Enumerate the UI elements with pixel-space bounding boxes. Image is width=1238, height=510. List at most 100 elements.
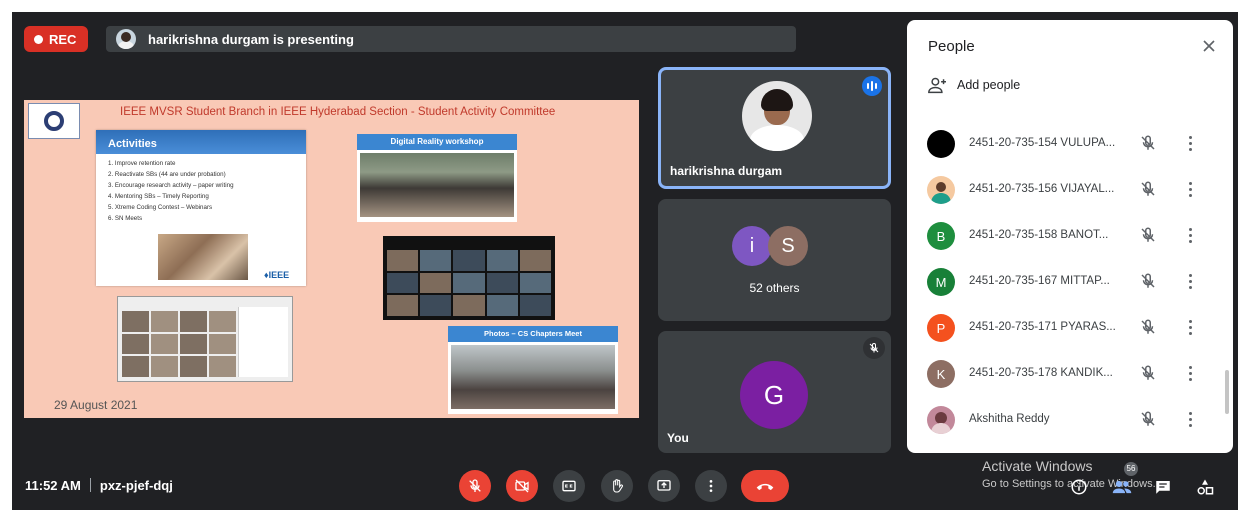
shapes-icon: [1197, 479, 1214, 495]
others-tile[interactable]: i S 52 others: [658, 199, 891, 321]
video-call-screenshot: [383, 236, 555, 320]
participant-name: 2451-20-735-178 KANDIK...: [969, 367, 1113, 379]
mic-off-icon: [863, 337, 885, 359]
close-panel-button[interactable]: [1199, 36, 1219, 56]
participant-row[interactable]: P 2451-20-735-171 PYARAS...: [927, 314, 1217, 342]
others-count: 52 others: [749, 281, 800, 295]
meeting-code: pxz-pjef-dqj: [99, 478, 173, 493]
camera-toggle-button[interactable]: [506, 470, 538, 502]
self-tile[interactable]: G You: [658, 331, 891, 453]
participant-name: 2451-20-735-154 VULUPA...: [969, 137, 1116, 149]
panel-scrollbar[interactable]: [1225, 370, 1229, 414]
activate-windows-watermark: Activate Windows: [982, 458, 1093, 474]
activities-button[interactable]: [1196, 478, 1214, 501]
captions-button[interactable]: [553, 470, 585, 502]
people-button[interactable]: [1112, 478, 1132, 501]
people-panel: People Add people 2451-20-735-154 VULUPA…: [907, 20, 1233, 453]
ieee-branch-logo: [28, 103, 80, 139]
participant-name: 2451-20-735-171 PYARAS...: [969, 321, 1116, 333]
leave-call-button[interactable]: [741, 470, 789, 502]
workshop-photo: [360, 153, 514, 217]
presenter-tile-name: harikrishna durgam: [670, 164, 783, 178]
mic-off-icon: [469, 479, 481, 492]
presenting-text: harikrishna durgam is presenting: [148, 31, 354, 47]
presenter-mini-avatar: [116, 29, 136, 49]
meeting-time-code: 11:52 AM pxz-pjef-dqj: [25, 478, 173, 493]
participant-row[interactable]: M 2451-20-735-167 MITTAP...: [927, 268, 1217, 296]
avatar: [927, 406, 955, 434]
mic-off-icon: [1141, 365, 1155, 380]
workshop-heading: Digital Reality workshop: [357, 134, 517, 150]
more-options-icon[interactable]: [1189, 136, 1193, 152]
people-icon: [1112, 480, 1132, 494]
participant-row[interactable]: B 2451-20-735-158 BANOT...: [927, 222, 1217, 250]
record-dot-icon: [34, 34, 43, 44]
panel-title: People: [928, 38, 975, 55]
self-tile-name: You: [667, 431, 689, 445]
mic-off-icon: [1141, 411, 1155, 426]
chat-button[interactable]: [1154, 478, 1172, 501]
presentation-slide: IEEE MVSR Student Branch in IEEE Hyderab…: [24, 100, 639, 418]
slide-title: IEEE MVSR Student Branch in IEEE Hyderab…: [120, 106, 556, 118]
participant-name: Akshitha Reddy: [969, 413, 1050, 425]
activity-item: 6. SN Meets: [108, 215, 143, 222]
avatar: B: [927, 222, 955, 250]
mic-toggle-button[interactable]: [459, 470, 491, 502]
workshop-card: Digital Reality workshop: [357, 134, 517, 222]
participant-row[interactable]: 2451-20-735-156 VIJAYAL...: [927, 176, 1217, 204]
meeting-details-button[interactable]: [1070, 478, 1088, 501]
chapters-photo: [451, 345, 615, 409]
ieee-logo: ♦IEEE: [264, 270, 290, 280]
raise-hand-button[interactable]: [601, 470, 633, 502]
camera-off-icon: [515, 479, 529, 493]
add-people-button[interactable]: Add people: [927, 76, 1020, 94]
chapters-heading: Photos – CS Chapters Meet: [448, 326, 618, 342]
add-people-label: Add people: [957, 78, 1021, 92]
participant-row[interactable]: K 2451-20-735-178 KANDIK...: [927, 360, 1217, 388]
participant-row[interactable]: 2451-20-735-154 VULUPA...: [927, 130, 1217, 158]
chat-icon: [1156, 481, 1170, 494]
activity-item: 5. Xtreme Coding Contest – Webinars: [108, 204, 213, 211]
avatar: i: [732, 226, 772, 266]
participant-name: 2451-20-735-158 BANOT...: [969, 229, 1109, 241]
activity-item: 4. Mentoring SBs – Timely Reporting: [108, 193, 209, 200]
presenter-tile[interactable]: harikrishna durgam: [658, 67, 891, 189]
captions-icon: [562, 480, 576, 492]
group-photo: [158, 234, 248, 280]
avatar: S: [768, 226, 808, 266]
close-icon: [1203, 40, 1215, 52]
info-icon: [1071, 479, 1087, 495]
avatar: M: [927, 268, 955, 296]
more-options-icon[interactable]: [1189, 412, 1193, 428]
more-options-icon[interactable]: [1189, 320, 1193, 336]
more-options-icon[interactable]: [1189, 228, 1193, 244]
add-person-icon: [928, 77, 946, 94]
participant-count-badge: 56: [1124, 462, 1138, 476]
participant-row[interactable]: Akshitha Reddy: [927, 406, 1217, 434]
participant-name: 2451-20-735-156 VIJAYAL...: [969, 183, 1115, 195]
more-options-icon[interactable]: [1189, 274, 1193, 290]
activity-item: 3. Encourage research activity – paper w…: [108, 182, 234, 189]
participant-name: 2451-20-735-167 MITTAP...: [969, 275, 1110, 287]
meet-stage: REC harikrishna durgam is presenting IEE…: [12, 12, 1238, 510]
self-avatar: G: [740, 361, 808, 429]
avatar: K: [927, 360, 955, 388]
others-avatars: i S: [732, 226, 808, 266]
avatar: P: [927, 314, 955, 342]
mic-off-icon: [1141, 181, 1155, 196]
hand-icon: [613, 479, 623, 493]
activities-card: Activities 1. Improve retention rate 2. …: [96, 130, 306, 286]
slide-date: 29 August 2021: [54, 398, 138, 412]
more-vert-icon: [709, 480, 713, 492]
activities-heading: Activities: [96, 130, 306, 154]
activity-item: 2. Reactivate SBs (44 are under probatio…: [108, 171, 226, 178]
mic-off-icon: [1141, 319, 1155, 334]
avatar: [927, 176, 955, 204]
present-screen-button[interactable]: [648, 470, 680, 502]
avatar: [927, 130, 955, 158]
more-options-button[interactable]: [695, 470, 727, 502]
more-options-icon[interactable]: [1189, 366, 1193, 382]
end-call-icon: [756, 483, 774, 491]
more-options-icon[interactable]: [1189, 182, 1193, 198]
mic-off-icon: [1141, 135, 1155, 150]
